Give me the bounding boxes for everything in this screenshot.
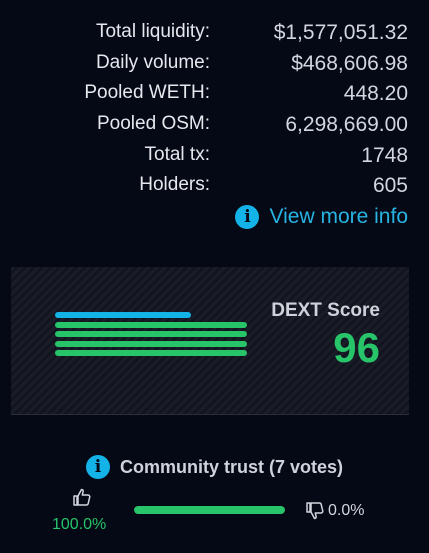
stat-label: Total liquidity:	[95, 21, 210, 42]
score-bar	[55, 350, 247, 356]
community-trust-title: Community trust (7 votes)	[119, 456, 344, 477]
stat-row-pooled-osm: Pooled OSM: 6,298,669.00	[0, 110, 429, 141]
info-icon: i	[235, 205, 260, 229]
thumbs-up-icon[interactable]	[72, 487, 92, 507]
community-trust-bar-fill	[134, 506, 285, 514]
stat-label: Pooled OSM:	[97, 113, 210, 135]
stat-row-daily-volume: Daily volume: $468,606.98	[0, 49, 429, 80]
token-stats: Total liquidity: $1,577,051.32 Daily vol…	[0, 18, 429, 202]
stat-row-holders: Holders: 605	[0, 171, 429, 202]
stat-row-total-liquidity: Total liquidity: $1,577,051.32	[0, 18, 429, 49]
stat-value: 1748	[361, 143, 408, 167]
community-trust-header: i Community trust (7 votes)	[0, 453, 429, 481]
stat-value: $1,577,051.32	[273, 21, 408, 44]
stat-label: Holders:	[139, 174, 210, 196]
stat-label: Total tx:	[144, 143, 210, 165]
stat-value: 6,298,669.00	[285, 113, 408, 137]
stat-row-total-tx: Total tx: 1748	[0, 141, 429, 172]
stat-value: 448.20	[343, 82, 408, 106]
stat-label: Pooled WETH:	[84, 82, 210, 104]
stat-value: $468,606.98	[291, 51, 408, 75]
dext-score-panel: DEXT Score 96	[11, 267, 409, 415]
view-more-info-link[interactable]: i View more info	[235, 203, 408, 231]
thumbs-down-icon[interactable]	[305, 501, 325, 521]
score-bar	[55, 340, 247, 347]
info-icon[interactable]: i	[85, 455, 110, 479]
score-bar	[55, 312, 191, 318]
stat-row-pooled-weth: Pooled WETH: 448.20	[0, 79, 429, 110]
score-bar	[55, 321, 247, 328]
stat-label: Daily volume:	[95, 51, 210, 73]
dext-score-title: DEXT Score	[271, 300, 380, 321]
score-bars	[55, 312, 247, 372]
view-more-info-label: View more info	[269, 205, 408, 228]
score-bar	[55, 331, 247, 337]
community-trust-bar	[134, 506, 285, 514]
downvote-percentage: 0.0%	[328, 502, 365, 519]
upvote-percentage: 100.0%	[52, 516, 107, 533]
dext-score-value: 96	[333, 324, 380, 371]
stat-value: 605	[372, 174, 408, 198]
